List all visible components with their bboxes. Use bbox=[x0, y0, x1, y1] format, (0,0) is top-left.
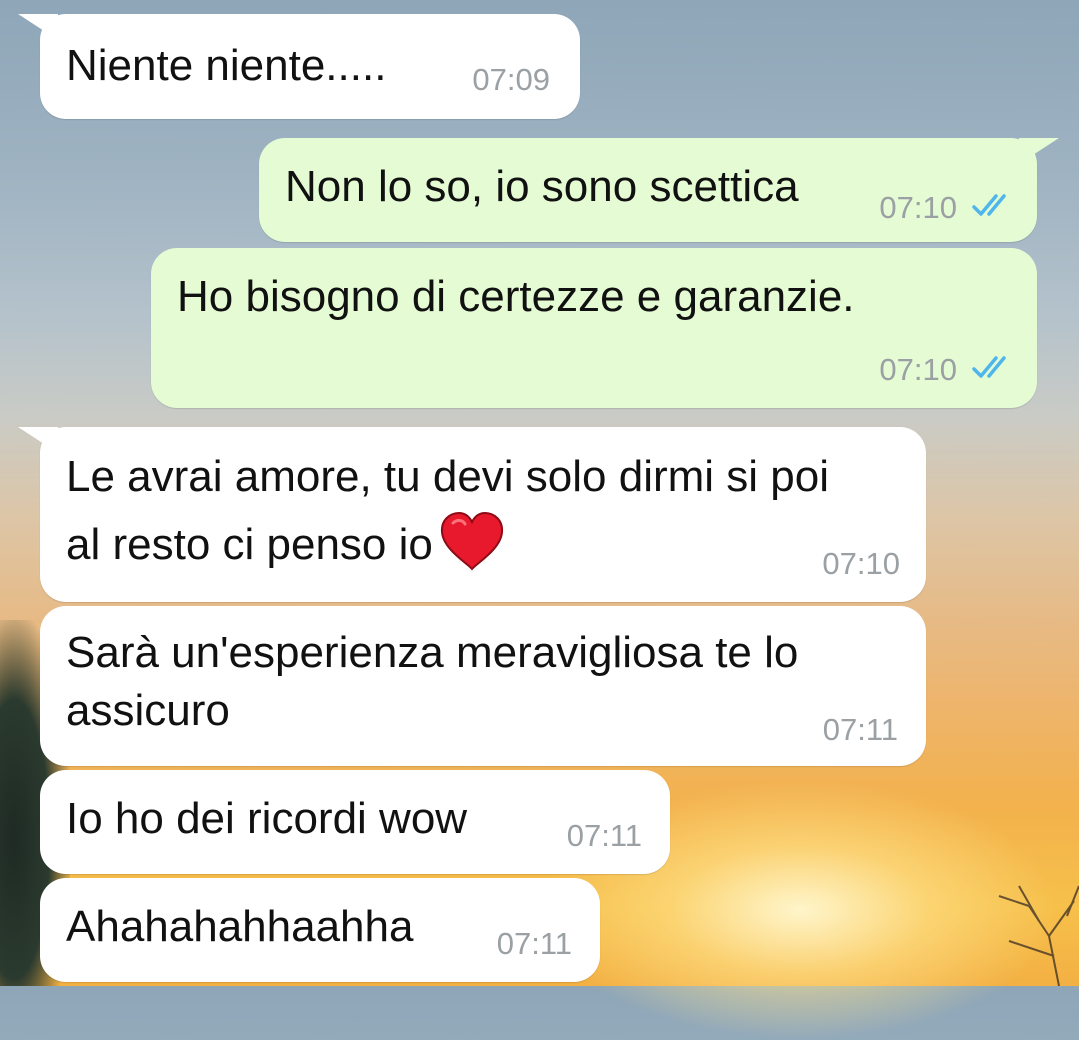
message-timestamp: 07:11 bbox=[822, 712, 898, 747]
message-bubble-incoming[interactable]: Sarà un'esperienza meravigliosa te lo as… bbox=[40, 606, 926, 766]
message-timestamp: 07:10 bbox=[822, 546, 900, 581]
message-text: Io ho dei ricordi wow bbox=[66, 794, 468, 843]
message-timestamp: 07:10 bbox=[879, 190, 957, 225]
message-text-line: al resto ci penso io bbox=[66, 520, 433, 569]
message-text: Ahahahahhaahha bbox=[66, 902, 414, 951]
message-text: assicuro bbox=[66, 686, 230, 735]
message-text: Non lo so, io sono scettica bbox=[285, 162, 799, 211]
message-text: Niente niente..... bbox=[66, 41, 387, 90]
heart-icon bbox=[440, 511, 503, 571]
double-check-icon bbox=[972, 194, 1006, 216]
message-bubble-incoming[interactable]: Ahahahahhaahha 07:11 bbox=[40, 878, 600, 982]
message-timestamp: 07:11 bbox=[566, 818, 642, 853]
message-timestamp: 07:10 bbox=[879, 352, 957, 387]
message-text: Ho bisogno di certezze e garanzie. bbox=[177, 272, 855, 321]
branches-silhouette bbox=[998, 885, 1079, 986]
message-text: Le avrai amore, tu devi solo dirmi si po… bbox=[66, 452, 829, 501]
message-bubble-outgoing[interactable]: Non lo so, io sono scettica 07:10 bbox=[259, 138, 1059, 242]
message-timestamp: 07:11 bbox=[496, 926, 572, 961]
message-bubble-incoming[interactable]: Le avrai amore, tu devi solo dirmi si po… bbox=[18, 427, 926, 602]
message-bubble-incoming[interactable]: Niente niente..... 07:09 bbox=[18, 14, 580, 119]
message-bubble-outgoing[interactable]: Ho bisogno di certezze e garanzie. 07:10 bbox=[151, 248, 1037, 408]
message-bubble-incoming[interactable]: Io ho dei ricordi wow 07:11 bbox=[40, 770, 670, 874]
message-timestamp: 07:09 bbox=[472, 62, 550, 97]
double-check-icon bbox=[972, 356, 1006, 378]
message-text: Sarà un'esperienza meravigliosa te lo bbox=[66, 628, 799, 677]
message-text: al resto ci penso io bbox=[66, 511, 505, 574]
